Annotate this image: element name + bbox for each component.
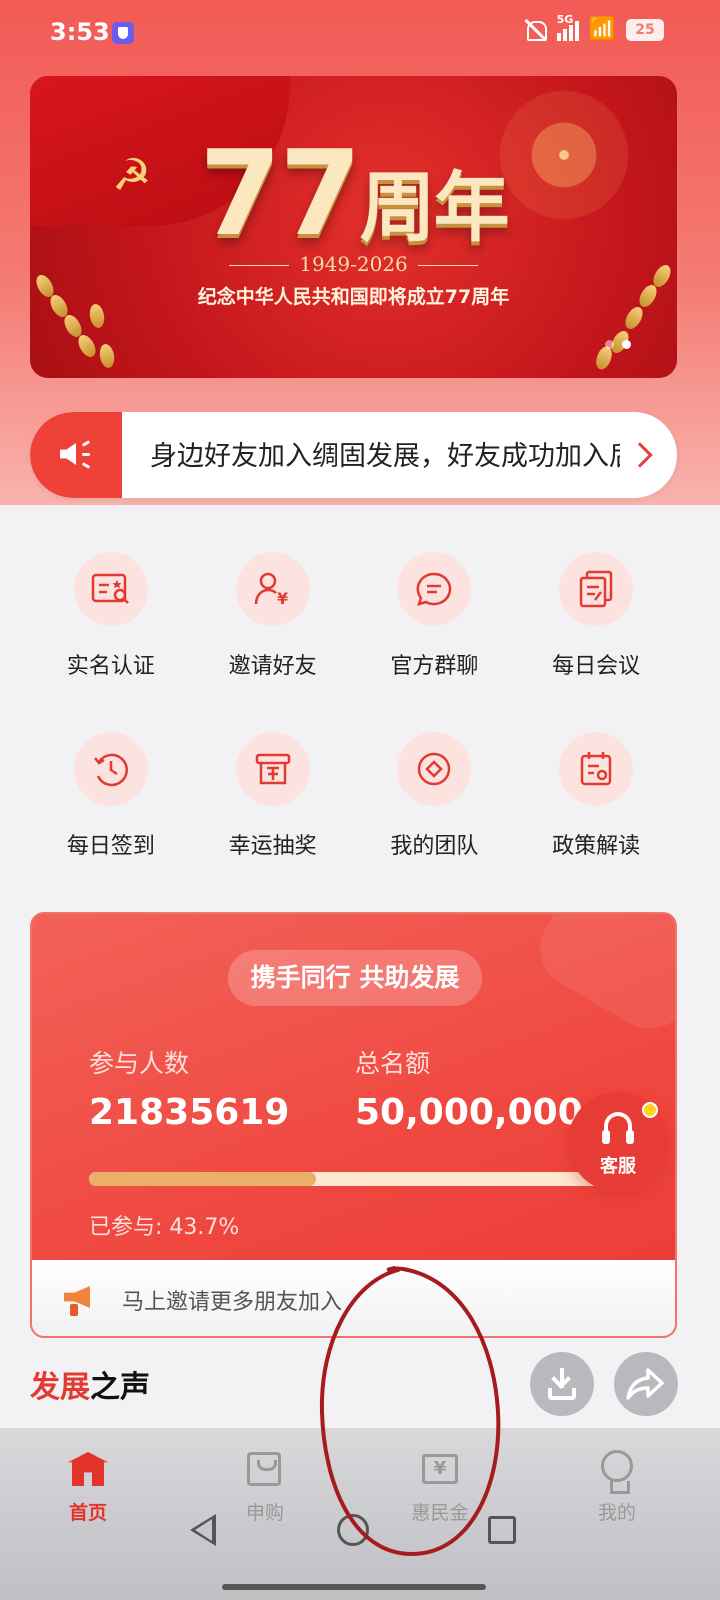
grid-item-label: 官方群聊 bbox=[390, 654, 479, 679]
profile-icon bbox=[595, 1448, 639, 1494]
card-decoration bbox=[525, 914, 675, 1044]
notice-bar[interactable]: 身边好友加入绸固发展，好友成功加入后 bbox=[30, 412, 677, 498]
horn-icon bbox=[64, 1280, 102, 1318]
grid-item-invite[interactable]: ¥ 邀请好友 bbox=[192, 552, 354, 732]
status-bar: 3:53 5G 📶 25 bbox=[0, 0, 720, 66]
grid-item-real-name[interactable]: 实名认证 bbox=[30, 552, 192, 732]
notice-text: 身边好友加入绸固发展，好友成功加入后 bbox=[150, 441, 620, 472]
documents-icon bbox=[559, 552, 634, 626]
banner-title: 77周年 bbox=[30, 134, 677, 252]
yuan-box-icon: ¥ bbox=[418, 1448, 462, 1488]
gesture-pill[interactable] bbox=[222, 1584, 486, 1590]
grid-item-group-chat[interactable]: 官方群聊 bbox=[354, 552, 516, 732]
home-circle-icon[interactable] bbox=[337, 1514, 369, 1546]
download-button[interactable] bbox=[530, 1352, 594, 1416]
shopping-bag-icon bbox=[243, 1448, 287, 1488]
participants-value: 21835619 bbox=[89, 1092, 290, 1133]
id-card-icon bbox=[73, 552, 148, 626]
status-icons: 5G 📶 25 bbox=[523, 13, 664, 42]
anniversary-banner[interactable]: ☭ 77周年 1949-2026 纪念中华人民共和国即将成立77周年 bbox=[30, 76, 677, 378]
grid-item-label: 我的团队 bbox=[390, 834, 479, 859]
grid-item-label: 每日签到 bbox=[66, 834, 155, 859]
function-grid: 实名认证 ¥ 邀请好友 官方群聊 每日会议 每日签到 幸运抽奖 我的团队 政策解… bbox=[30, 552, 677, 912]
wheat-decoration-right bbox=[587, 234, 677, 378]
invite-text: 马上邀请更多朋友加入 bbox=[122, 1290, 343, 1315]
wifi-icon: 📶 bbox=[588, 17, 616, 42]
wheat-decoration-left bbox=[30, 234, 120, 378]
lottery-box-icon bbox=[235, 732, 310, 806]
battery-level: 25 bbox=[626, 19, 664, 41]
customer-service-button[interactable]: 客服 bbox=[568, 1092, 668, 1192]
card-headline: 携手同行 共助发展 bbox=[228, 950, 482, 1006]
invite-bar[interactable]: 马上邀请更多朋友加入 bbox=[32, 1260, 675, 1336]
banner-pagination bbox=[605, 340, 631, 349]
megaphone-icon bbox=[30, 412, 122, 498]
chevron-right-icon[interactable] bbox=[627, 442, 653, 468]
voice-title-accent: 发展 bbox=[30, 1370, 90, 1405]
back-icon[interactable] bbox=[190, 1514, 216, 1546]
grid-item-check-in[interactable]: 每日签到 bbox=[30, 732, 192, 912]
grid-item-label: 邀请好友 bbox=[228, 654, 317, 679]
clock-checkin-icon bbox=[73, 732, 148, 806]
chat-bubble-icon bbox=[397, 552, 472, 626]
svg-text:¥: ¥ bbox=[277, 589, 288, 607]
mute-bell-icon bbox=[523, 18, 547, 42]
total-quota-value: 50,000,000 bbox=[355, 1092, 583, 1133]
share-button[interactable] bbox=[614, 1352, 678, 1416]
team-diamond-icon bbox=[397, 732, 472, 806]
signal-icon: 5G bbox=[556, 13, 579, 41]
voice-section-title: 发展之声 bbox=[30, 1362, 150, 1406]
share-icon bbox=[626, 1368, 664, 1400]
banner-subtitle: 纪念中华人民共和国即将成立77周年 bbox=[197, 286, 510, 308]
grid-item-daily-meeting[interactable]: 每日会议 bbox=[515, 552, 677, 732]
banner-title-suffix: 周年 bbox=[359, 163, 510, 252]
grid-item-label: 幸运抽奖 bbox=[228, 834, 317, 859]
grid-item-label: 实名认证 bbox=[66, 654, 155, 679]
network-type: 5G bbox=[556, 13, 574, 26]
grid-item-my-team[interactable]: 我的团队 bbox=[354, 732, 516, 912]
grid-item-label: 每日会议 bbox=[552, 654, 641, 679]
banner-dot-active bbox=[622, 340, 631, 349]
participation-progress-bar bbox=[89, 1172, 609, 1186]
banner-years: 1949-2026 bbox=[30, 252, 677, 276]
grid-item-lottery[interactable]: 幸运抽奖 bbox=[192, 732, 354, 912]
policy-calendar-icon bbox=[559, 732, 634, 806]
total-quota-label: 总名额 bbox=[355, 1049, 431, 1078]
home-icon bbox=[66, 1448, 110, 1488]
voice-title-rest: 之声 bbox=[90, 1370, 150, 1405]
grid-item-label: 政策解读 bbox=[552, 834, 641, 859]
invite-user-icon: ¥ bbox=[235, 552, 310, 626]
notification-dot bbox=[642, 1102, 658, 1118]
participants-label: 参与人数 bbox=[89, 1049, 190, 1078]
system-nav-bar bbox=[0, 1500, 720, 1600]
banner-title-number: 77 bbox=[199, 124, 361, 262]
banner-years-text: 1949-2026 bbox=[299, 252, 408, 276]
progress-fill bbox=[89, 1172, 317, 1186]
customer-service-label: 客服 bbox=[600, 1156, 636, 1177]
banner-dot bbox=[605, 340, 614, 349]
progress-text: 已参与: 43.7% bbox=[89, 1215, 240, 1240]
grid-item-policy[interactable]: 政策解读 bbox=[515, 732, 677, 912]
status-time: 3:53 bbox=[50, 18, 110, 46]
shield-icon bbox=[112, 22, 134, 44]
headset-icon bbox=[602, 1112, 634, 1144]
recent-apps-icon[interactable] bbox=[488, 1516, 516, 1544]
